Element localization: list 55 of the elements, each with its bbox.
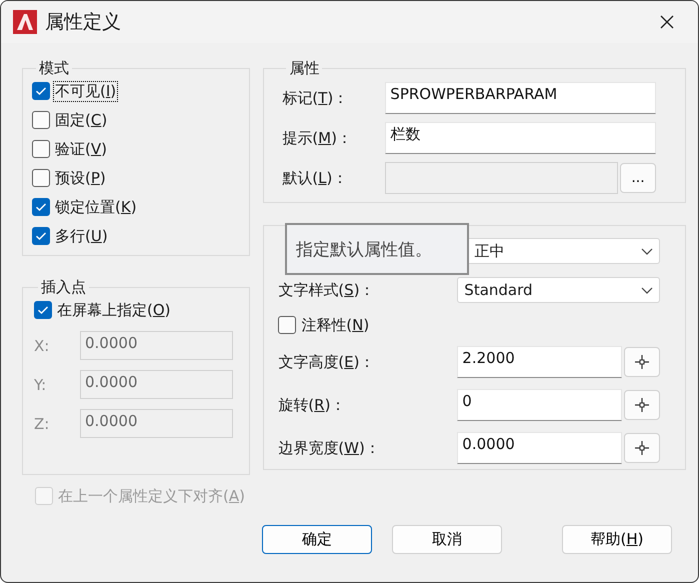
checkbox-label: 验证(V) — [54, 140, 108, 158]
pick-point-button[interactable] — [624, 433, 660, 463]
checkbox[interactable] — [32, 111, 50, 129]
input-field[interactable]: 0 — [457, 389, 622, 421]
field-label: 提示(M)： — [282, 128, 353, 148]
pick-point-button[interactable] — [624, 347, 660, 377]
checkbox[interactable] — [278, 316, 296, 334]
app-logo-icon — [13, 10, 37, 34]
input-field[interactable]: SPROWPERBARPARAM — [385, 82, 656, 114]
checkbox[interactable] — [34, 301, 52, 319]
checkmark-icon — [35, 86, 47, 96]
checkmark-icon — [35, 202, 47, 212]
input-field[interactable]: 0.0000 — [457, 432, 622, 464]
checkbox-label: 在屏幕上指定(O) — [56, 300, 172, 320]
field-label: 标记(T)： — [282, 88, 350, 108]
checkbox[interactable] — [32, 140, 50, 158]
dropdown[interactable]: Standard — [457, 277, 660, 303]
checkbox-label: 预设(P) — [54, 168, 107, 188]
field-label: 默认(L)： — [282, 168, 348, 188]
checkbox-label: 注释性(N) — [300, 316, 370, 334]
checkbox-label: 不可见(I) — [54, 82, 118, 100]
dialog-button[interactable]: 帮助(H) — [562, 525, 672, 554]
pick-point-button[interactable] — [624, 390, 660, 420]
checkbox-label: 在上一个属性定义下对齐(A) — [57, 486, 246, 506]
field-label: X: — [34, 336, 50, 354]
checkbox[interactable] — [32, 169, 50, 187]
close-icon — [660, 15, 674, 29]
group-title: 属性 — [288, 59, 320, 78]
field-label: 文字样式(S)： — [278, 280, 376, 300]
input-field[interactable]: 2.2000 — [457, 346, 622, 378]
field-label: 文字高度(E)： — [278, 352, 376, 372]
chevron-down-icon — [641, 286, 653, 294]
dialog-button[interactable]: 取消 — [392, 525, 502, 554]
window-title: 属性定义 — [45, 10, 122, 35]
field-label: 边界宽度(W)： — [278, 438, 381, 458]
checkmark-icon — [37, 305, 49, 315]
field-label: Y: — [34, 376, 48, 394]
checkmark-icon — [35, 231, 47, 241]
crosshair-icon — [635, 355, 649, 369]
dialog-button[interactable]: 确定 — [262, 525, 372, 554]
checkbox[interactable] — [32, 198, 50, 216]
tooltip: 指定默认属性值。 — [285, 223, 469, 275]
input-field[interactable]: 栏数 — [385, 122, 656, 154]
checkbox[interactable] — [32, 82, 50, 100]
field-label: Z: — [34, 414, 50, 432]
field-label: 旋转(R)： — [278, 396, 346, 414]
checkbox-label: 多行(U) — [54, 226, 109, 246]
checkbox-label: 锁定位置(K) — [54, 198, 138, 216]
crosshair-icon — [635, 398, 649, 412]
chevron-down-icon — [641, 248, 653, 254]
group-title: 插入点 — [40, 278, 87, 297]
crosshair-icon — [635, 441, 649, 455]
checkbox[interactable] — [32, 227, 50, 245]
group-title: 模式 — [38, 59, 70, 78]
checkbox-label: 固定(C) — [54, 110, 108, 130]
